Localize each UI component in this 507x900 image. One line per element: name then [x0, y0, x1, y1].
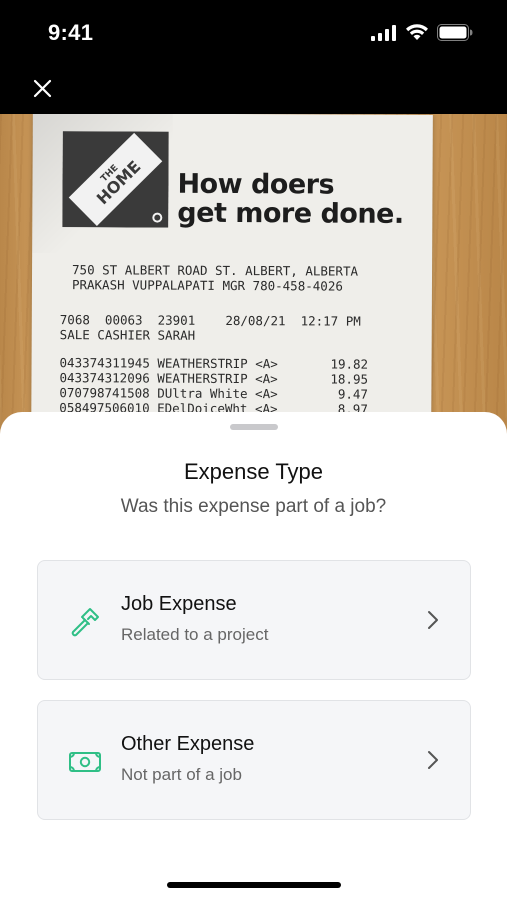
- status-time: 9:41: [48, 20, 94, 45]
- camera-toolbar: [0, 70, 507, 114]
- option-title: Other Expense: [121, 733, 255, 755]
- receipt-line: 7068 00063 23901 28/08/21 12:17 PM: [59, 312, 361, 329]
- sheet-subtitle: Was this expense part of a job?: [120, 496, 387, 517]
- option-subtitle: Related to a project: [121, 625, 269, 644]
- receipt-line: SALE CASHIER SARAH: [59, 327, 196, 343]
- close-icon[interactable]: [28, 74, 58, 104]
- chevron-right-icon: [428, 751, 438, 769]
- cash-icon: [69, 752, 101, 772]
- battery-icon: [437, 24, 473, 41]
- home-indicator: [167, 882, 341, 888]
- expense-type-sheet: Expense Type Was this expense part of a …: [0, 412, 507, 900]
- receipt-line: 750 ST ALBERT ROAD ST. ALBERT, ALBERTA: [72, 262, 359, 279]
- receipt-paper: THE HOME How doers get more done. 750 ST…: [31, 114, 433, 434]
- status-icons: [371, 24, 473, 41]
- sheet-grabber[interactable]: [230, 424, 278, 430]
- sheet-title: Expense Type: [183, 459, 324, 484]
- status-bar: 9:41: [0, 0, 507, 70]
- receipt-tagline: How doers get more done.: [177, 168, 404, 230]
- other-expense-option[interactable]: Other Expense Not part of a job: [37, 700, 471, 820]
- cellular-signal-icon: [371, 24, 396, 41]
- wifi-icon: [406, 24, 428, 40]
- option-subtitle: Not part of a job: [121, 765, 242, 784]
- job-expense-option[interactable]: Job Expense Related to a project: [37, 560, 471, 680]
- option-title: Job Expense: [121, 593, 237, 615]
- receipt-photo: THE HOME How doers get more done. 750 ST…: [0, 114, 507, 434]
- receipt-line: PRAKASH VUPPALAPATI MGR 780-458-4026: [71, 277, 343, 294]
- hammer-icon: [71, 608, 99, 637]
- chevron-right-icon: [428, 611, 438, 629]
- store-logo: THE HOME: [62, 131, 169, 228]
